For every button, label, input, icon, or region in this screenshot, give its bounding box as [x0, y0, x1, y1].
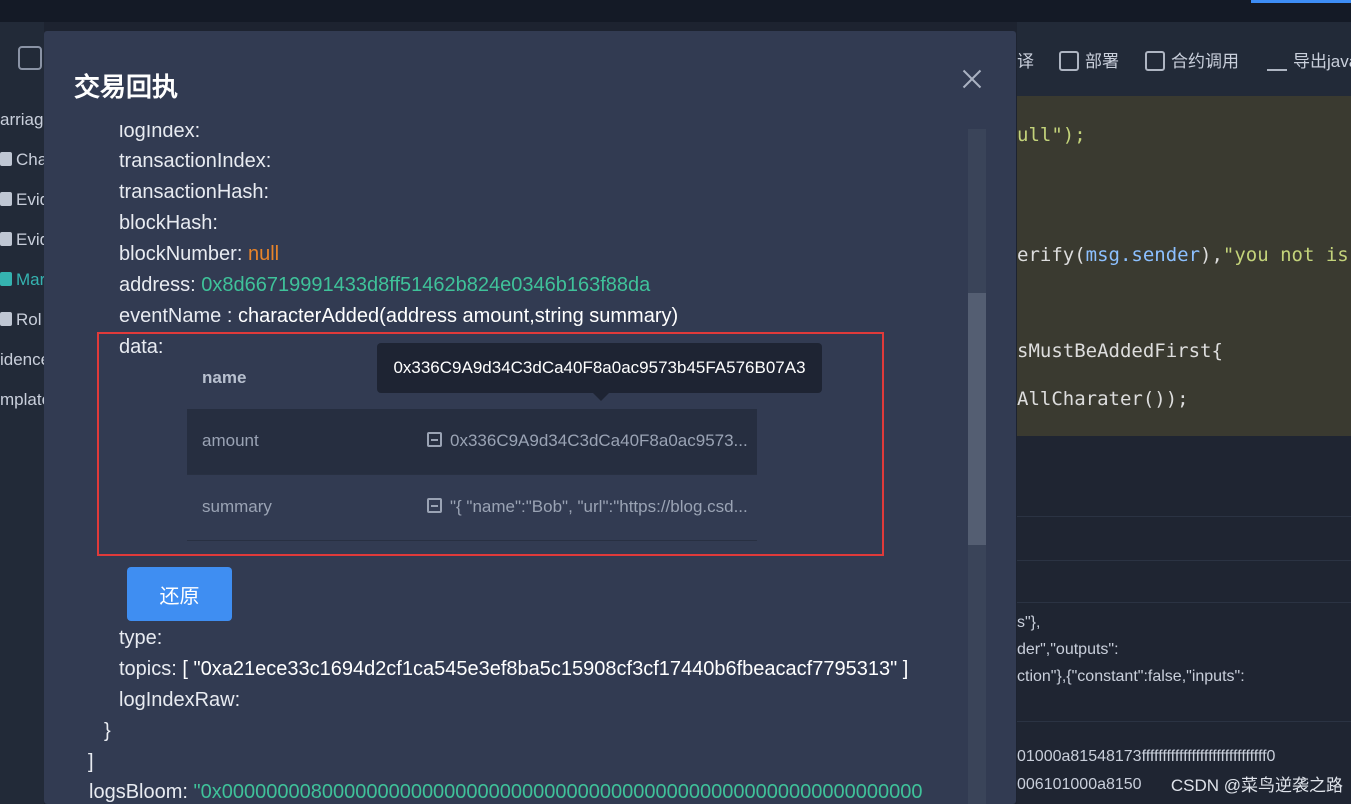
output-panel: s"}, der","outputs": ction"},{"constant"… [1017, 436, 1351, 804]
download-icon [1267, 51, 1287, 71]
copy-icon[interactable] [427, 498, 442, 513]
bytecode-text: 01000a81548173ffffffffffffffffffffffffff… [1017, 748, 1276, 765]
abi-text: s"}, [1017, 614, 1041, 631]
file-icon [0, 232, 12, 246]
sidebar-item-evid-1[interactable]: Evid [0, 190, 49, 210]
app-topbar [0, 0, 1351, 22]
scrollbar-thumb[interactable] [968, 293, 986, 545]
code-editor[interactable]: ull"); erify(msg.sender),"you not is sMu… [1017, 96, 1351, 436]
field-logIndexRaw: logIndexRaw: [119, 689, 241, 711]
sidebar-item-rol[interactable]: Rol [0, 310, 42, 330]
field-blockNumber: blockNumber: null [119, 243, 280, 265]
restore-button[interactable]: 还原 [127, 567, 232, 621]
send-icon [1145, 51, 1165, 71]
field-transactionHash: transactionHash: [119, 181, 270, 203]
field-logIndex: logIndex: [119, 120, 201, 142]
eventName-value: characterAdded(address amount,string sum… [237, 305, 679, 327]
field-logsBloom: logsBloom: "0x00000000800000000000000000… [89, 781, 923, 803]
topics-value: [ "0xa21ece33c1694d2cf1ca545e3ef8ba5c159… [182, 658, 909, 680]
compile-button[interactable]: 译 [1017, 47, 1034, 72]
sidebar-item-evid-2[interactable]: Evid [0, 230, 49, 250]
field-transactionIndex: transactionIndex: [119, 150, 272, 172]
receipt-content: logIndex: transactionIndex: transactionH… [44, 31, 964, 804]
address-value: 0x8d66719991433d8ff51462b824e0346b163f88… [201, 274, 651, 296]
divider [1017, 721, 1351, 722]
grid-icon [1059, 51, 1079, 71]
receipt-modal: 交易回执 logIndex: transactionIndex: transac… [44, 31, 1016, 804]
column-header-name: name [202, 368, 247, 387]
file-icon [0, 312, 12, 326]
upload-icon[interactable] [18, 46, 42, 70]
close-icon[interactable] [962, 69, 982, 89]
divider [1017, 516, 1351, 517]
table-row[interactable]: amount 0x336C9A9d34C3dCa40F8a0ac9573... [187, 409, 757, 475]
cell-data: 0x336C9A9d34C3dCa40F8a0ac9573... [427, 431, 748, 451]
field-blockHash: blockHash: [119, 212, 218, 234]
sidebar-item-cha[interactable]: Cha [0, 150, 47, 170]
watermark: CSDN @菜鸟逆袭之路 [1170, 776, 1343, 795]
code-line: sMustBeAddedFirst{ [1017, 340, 1223, 362]
file-icon [0, 272, 12, 286]
field-eventName: eventName : characterAdded(address amoun… [119, 305, 679, 327]
cell-name: amount [202, 431, 259, 450]
topbar-accent [1251, 0, 1351, 3]
field-type: type: [119, 627, 163, 649]
export-java-button[interactable]: 导出java [1267, 47, 1351, 72]
bytecode-text: 006101000a8150 [1017, 776, 1142, 793]
sidebar: arriage Cha Evid Evid Mar Rol idence mpl… [0, 22, 53, 804]
sidebar-item-mar[interactable]: Mar [0, 270, 45, 290]
deploy-button[interactable]: 部署 [1059, 47, 1119, 72]
file-icon [0, 192, 12, 206]
cell-name: summary [202, 497, 272, 516]
divider [1017, 560, 1351, 561]
divider [1017, 602, 1351, 603]
field-topics: topics: [ "0xa21ece33c1694d2cf1ca545e3ef… [119, 658, 909, 680]
logsBloom-value: "0x0000000080000000000000000000000000000… [193, 781, 923, 803]
address-tooltip: 0x336C9A9d34C3dCa40F8a0ac9573b45FA576B07… [377, 343, 822, 393]
blockNumber-value: null [247, 243, 280, 265]
cell-data: "{ "name":"Bob", "url":"https://blog.csd… [427, 497, 748, 517]
contract-call-button[interactable]: 合约调用 [1145, 47, 1239, 72]
code-line: AllCharater()); [1017, 388, 1189, 410]
abi-text: ction"},{"constant":false,"inputs": [1017, 668, 1245, 685]
close-brace: } [104, 720, 111, 742]
field-address: address: 0x8d66719991433d8ff51462b824e03… [119, 274, 651, 296]
file-icon [0, 152, 12, 166]
sidebar-item-evidence[interactable]: idence [0, 350, 50, 370]
tooltip-arrow [593, 393, 609, 401]
copy-icon[interactable] [427, 432, 442, 447]
abi-text: der","outputs": [1017, 641, 1119, 658]
code-line: ull"); [1017, 124, 1086, 146]
code-line: erify(msg.sender),"you not is [1017, 244, 1349, 266]
table-row[interactable]: summary "{ "name":"Bob", "url":"https://… [187, 475, 757, 541]
editor-toolbar: 译 部署 合约调用 导出java [1017, 22, 1351, 96]
close-bracket: ] [88, 751, 94, 773]
